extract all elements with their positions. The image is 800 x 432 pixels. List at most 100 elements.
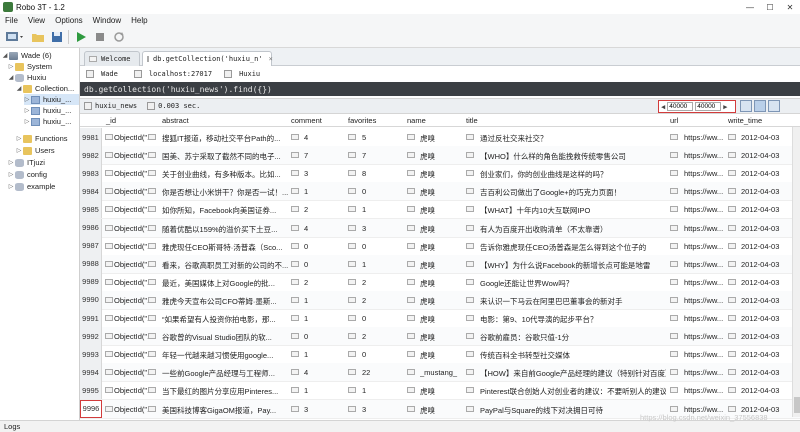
cell-comment[interactable]: 0 bbox=[304, 260, 344, 269]
expand-arrow-icon[interactable]: ▷ bbox=[8, 183, 14, 190]
table-row[interactable]: 9994 ObjectId("... 一些前Google产品经理与工程师... 4 22… bbox=[80, 363, 800, 383]
cell-fav[interactable]: 2 bbox=[362, 278, 402, 287]
cell-title[interactable]: 创业家们，你的创业曲线是这样的吗？ bbox=[480, 169, 666, 180]
cell-abstract[interactable]: 国美、苏宁采取了截然不同的电子... bbox=[162, 151, 288, 162]
cell-url[interactable]: https://ww... bbox=[684, 242, 726, 251]
cell-comment[interactable]: 1 bbox=[304, 187, 344, 196]
cell-abstract[interactable]: 关于创业曲线，有多种版本。比如... bbox=[162, 169, 288, 180]
cell-comment[interactable]: 4 bbox=[304, 133, 344, 142]
tree-functions-folder[interactable]: ▷ Functions bbox=[16, 133, 68, 144]
cell-comment[interactable]: 1 bbox=[304, 314, 344, 323]
tab-welcome[interactable]: Welcome bbox=[84, 51, 140, 66]
cell-comment[interactable]: 0 bbox=[304, 332, 344, 341]
column-header[interactable]: title bbox=[466, 116, 478, 125]
cell-abstract[interactable]: “如果希望有人投资你拍电影，那... bbox=[162, 314, 288, 325]
stop-button[interactable] bbox=[92, 29, 107, 44]
page-to-input[interactable] bbox=[695, 102, 722, 111]
cell-title[interactable]: 吉百利公司做出了Google+的巧克力页面！ bbox=[480, 187, 666, 198]
tree-db-huxiu[interactable]: ◢ Huxiu bbox=[8, 72, 47, 83]
cell-fav[interactable]: 0 bbox=[362, 314, 402, 323]
table-row[interactable]: 9983 ObjectId("... 关于创业曲线，有多种版本。比如... 3 8 虎嗅创… bbox=[80, 164, 800, 184]
cell-name[interactable]: 虎嗅 bbox=[420, 278, 464, 289]
expand-arrow-icon[interactable]: ▷ bbox=[16, 147, 22, 154]
tab-query[interactable]: db.getCollection('huxiu_n' × bbox=[142, 51, 273, 66]
cell-url[interactable]: https://ww... bbox=[684, 187, 726, 196]
cell-title[interactable]: Pinterest联合创始人对创业者的建议：不要听别人的建议！ bbox=[480, 386, 666, 397]
cell-abstract[interactable]: 随着优酷以159%的溢价买下土豆... bbox=[162, 224, 288, 235]
menu-view[interactable]: View bbox=[23, 16, 50, 25]
cell-url[interactable]: https://ww... bbox=[684, 260, 726, 269]
collapse-arrow-icon[interactable]: ◢ bbox=[16, 85, 22, 92]
tree-db-example[interactable]: ▷ example bbox=[8, 181, 56, 192]
cell-time[interactable]: 2012-04-03 bbox=[741, 386, 791, 395]
cell-comment[interactable]: 7 bbox=[304, 151, 344, 160]
cell-name[interactable]: 虎嗅 bbox=[420, 296, 464, 307]
cell-title[interactable]: 电影：第9、10代导演的起步平台？ bbox=[480, 314, 666, 325]
cell-abstract[interactable]: 雅虎今天宣布公司CFO蒂姆·墨斯... bbox=[162, 296, 288, 307]
cell-abstract[interactable]: 年轻一代越来越习惯使用google... bbox=[162, 350, 288, 361]
cell-name[interactable]: 虎嗅 bbox=[420, 314, 464, 325]
cell-title[interactable]: PayPal与Square的线下对决拥日可待 bbox=[480, 405, 666, 416]
cell-name[interactable]: 虎嗅 bbox=[420, 224, 464, 235]
cell-comment[interactable]: 2 bbox=[304, 205, 344, 214]
cell-fav[interactable]: 1 bbox=[362, 205, 402, 214]
cell-time[interactable]: 2012-04-03 bbox=[741, 368, 791, 377]
tree-db-itjuzi[interactable]: ▷ ITjuzi bbox=[8, 157, 45, 168]
menu-help[interactable]: Help bbox=[126, 16, 152, 25]
tree-db-config[interactable]: ▷ config bbox=[8, 169, 47, 180]
cell-comment[interactable]: 2 bbox=[304, 278, 344, 287]
menu-window[interactable]: Window bbox=[88, 16, 126, 25]
table-row[interactable]: 9989 ObjectId("... 最近，美国媒体上对Google的批... 2 2 虎… bbox=[80, 272, 800, 292]
cell-fav[interactable]: 2 bbox=[362, 332, 402, 341]
cell-url[interactable]: https://ww... bbox=[684, 332, 726, 341]
cell-url[interactable]: https://ww... bbox=[684, 278, 726, 287]
cell-fav[interactable]: 3 bbox=[362, 405, 402, 414]
tree-collections-folder[interactable]: ◢ Collection... bbox=[16, 83, 75, 94]
connect-button[interactable] bbox=[4, 29, 26, 44]
scroll-thumb[interactable] bbox=[794, 397, 800, 413]
cell-title[interactable]: 告诉你雅虎现任CEO汤普森是怎么得到这个位子的 bbox=[480, 242, 666, 253]
table-row[interactable]: 9990 ObjectId("... 雅虎今天宣布公司CFO蒂姆·墨斯... 1 2 虎嗅… bbox=[80, 290, 800, 310]
logs-tab[interactable]: Logs bbox=[4, 422, 20, 431]
cell-time[interactable]: 2012-04-03 bbox=[741, 224, 791, 233]
open-file-button[interactable] bbox=[30, 29, 45, 44]
cell-url[interactable]: https://ww... bbox=[684, 205, 726, 214]
cell-time[interactable]: 2012-04-03 bbox=[741, 350, 791, 359]
collapse-arrow-icon[interactable]: ◢ bbox=[8, 74, 14, 81]
cell-time[interactable]: 2012-04-03 bbox=[741, 169, 791, 178]
table-row[interactable]: 9984 ObjectId("... 你是否想让小米饼干？你是否一试！... 1 0 虎嗅… bbox=[80, 182, 800, 202]
cell-fav[interactable]: 7 bbox=[362, 151, 402, 160]
cell-comment[interactable]: 1 bbox=[304, 296, 344, 305]
close-tab-icon[interactable]: × bbox=[269, 55, 273, 63]
cell-title[interactable]: 【HOW】来自前Google产品经理的建议（特别针对百度） bbox=[480, 368, 666, 379]
table-row[interactable]: 9993 ObjectId("... 年轻一代越来越习惯使用google... 1 0 虎… bbox=[80, 345, 800, 365]
refresh-button[interactable] bbox=[111, 29, 126, 44]
vertical-scrollbar[interactable] bbox=[792, 127, 800, 417]
cell-comment[interactable]: 3 bbox=[304, 405, 344, 414]
menu-file[interactable]: File bbox=[0, 16, 23, 25]
cell-url[interactable]: https://ww... bbox=[684, 224, 726, 233]
cell-name[interactable]: 虎嗅 bbox=[420, 332, 464, 343]
next-page-icon[interactable]: ▶ bbox=[723, 103, 727, 111]
cell-abstract[interactable]: 雅虎现任CEO斯哥特·汤普森（Sco... bbox=[162, 242, 288, 253]
column-header[interactable]: comment bbox=[291, 116, 322, 125]
expand-arrow-icon[interactable]: ▷ bbox=[24, 96, 30, 103]
cell-abstract[interactable]: 看来，谷歌高职员工对新的公司的不... bbox=[162, 260, 288, 271]
cell-title[interactable]: Google还能让世界Wow吗？ bbox=[480, 278, 666, 289]
cell-fav[interactable]: 3 bbox=[362, 224, 402, 233]
cell-fav[interactable]: 0 bbox=[362, 187, 402, 196]
cell-abstract[interactable]: 谷歌曾的Visual Studio团队的软... bbox=[162, 332, 288, 343]
cell-title[interactable]: 有人为百度开出收购清单（不太靠谱） bbox=[480, 224, 666, 235]
cell-time[interactable]: 2012-04-03 bbox=[741, 278, 791, 287]
cell-fav[interactable]: 22 bbox=[362, 368, 402, 377]
tree-collection-item[interactable]: ▷ huxiu_... bbox=[24, 105, 72, 116]
table-row[interactable]: 9982 ObjectId("... 国美、苏宁采取了截然不同的电子... 7 7 虎嗅【… bbox=[80, 146, 800, 166]
maximize-button[interactable]: ☐ bbox=[760, 0, 780, 14]
cell-time[interactable]: 2012-04-03 bbox=[741, 205, 791, 214]
cell-comment[interactable]: 4 bbox=[304, 224, 344, 233]
text-view-button[interactable] bbox=[768, 100, 780, 112]
tree-collection-item[interactable]: ▷ huxiu_... bbox=[24, 94, 79, 105]
table-row[interactable]: 9995 ObjectId("... 当下最红的图片分享应用Pinteres... 1… bbox=[80, 381, 800, 401]
cell-name[interactable]: 虎嗅 bbox=[420, 169, 464, 180]
cell-time[interactable]: 2012-04-03 bbox=[741, 332, 791, 341]
